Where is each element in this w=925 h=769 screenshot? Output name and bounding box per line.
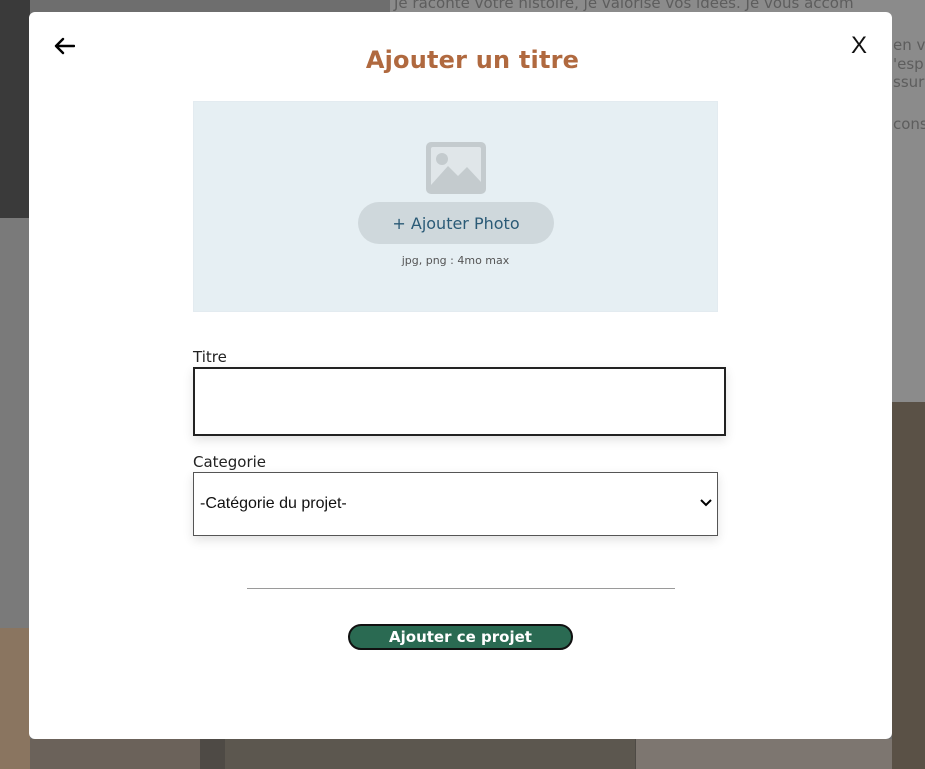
file-format-hint: jpg, png : 4mo max — [401, 254, 510, 267]
background-text-line: Je raconte votre histoire, je valorise v… — [394, 0, 854, 12]
background-image-strip — [30, 739, 892, 769]
add-project-button[interactable]: Ajouter ce projet — [348, 624, 573, 650]
image-icon — [426, 142, 486, 194]
category-select[interactable]: -Catégorie du projet- — [193, 472, 718, 536]
background-image-right — [892, 402, 925, 769]
background-image-left-top — [0, 0, 30, 218]
modal-title: Ajouter un titre — [365, 46, 580, 74]
add-photo-button[interactable]: + Ajouter Photo — [358, 202, 554, 244]
category-field-label: Categorie — [193, 453, 267, 471]
photo-upload-zone[interactable]: + Ajouter Photo jpg, png : 4mo max — [193, 101, 718, 312]
title-field-label: Titre — [193, 348, 227, 366]
background-panel-left — [0, 218, 30, 628]
divider — [247, 588, 675, 589]
background-image-left-bottom — [0, 628, 30, 769]
chevron-down-icon — [700, 499, 712, 507]
background-text-line: cons — [893, 115, 925, 133]
title-input[interactable] — [193, 367, 726, 436]
category-selected-value: -Catégorie du projet- — [200, 495, 347, 512]
background-text-line: ssur — [893, 73, 925, 91]
add-project-modal: X Ajouter un titre + Ajouter Photo jpg, … — [29, 12, 892, 739]
